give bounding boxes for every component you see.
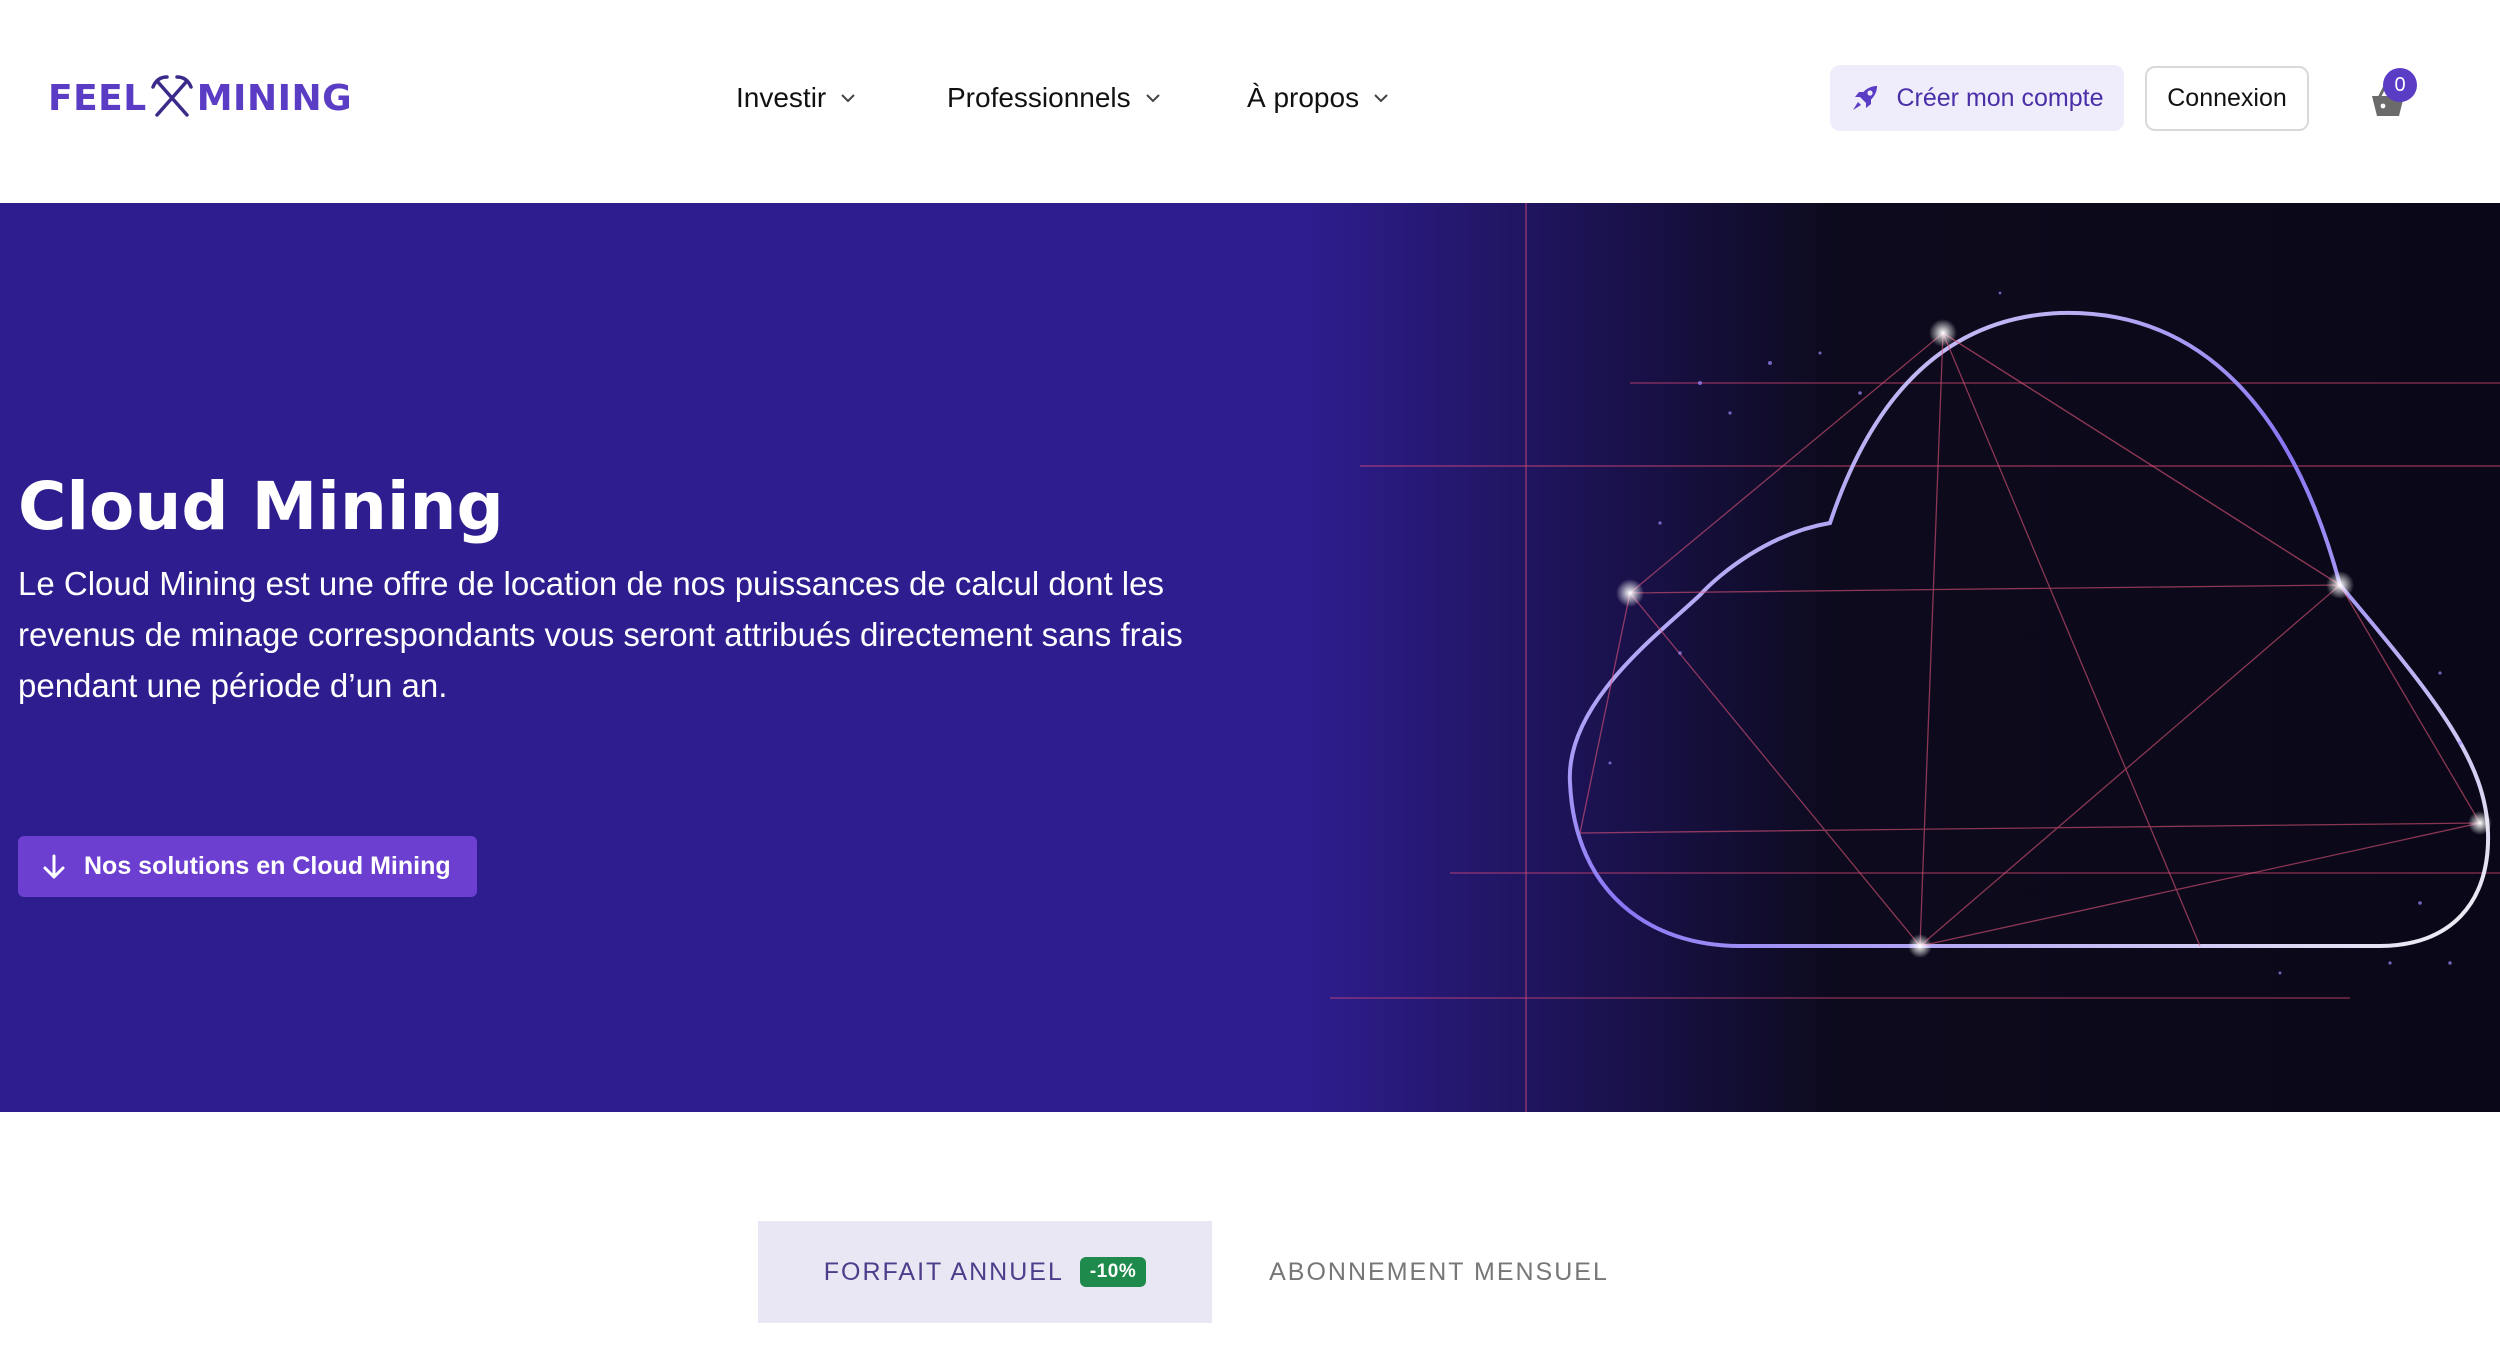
nav-item-a-propos[interactable]: À propos: [1247, 82, 1389, 114]
nav-item-professionnels[interactable]: Professionnels: [947, 82, 1161, 114]
discount-badge: -10%: [1079, 1257, 1147, 1287]
chevron-down-icon: [1145, 94, 1160, 103]
chevron-down-icon: [841, 94, 855, 103]
pricing-tabs: FORFAIT ANNUEL -10% ABONNEMENT MENSUEL: [0, 1221, 2500, 1323]
tab-monthly-subscription[interactable]: ABONNEMENT MENSUEL: [1212, 1221, 1666, 1323]
create-account-label: Créer mon compte: [1896, 83, 2104, 112]
hero-title: Cloud Mining: [18, 468, 504, 545]
login-button[interactable]: Connexion: [2145, 66, 2309, 131]
glowing-cloud-illustration: [1300, 203, 2500, 1112]
tab-label: FORFAIT ANNUEL: [823, 1257, 1064, 1286]
cart-count-badge: 0: [2383, 68, 2417, 102]
nav-label: Professionnels: [947, 82, 1131, 113]
cloud-mining-solutions-button[interactable]: Nos solutions en Cloud Mining: [18, 836, 477, 897]
hero-description: Le Cloud Mining est une offre de locatio…: [18, 565, 1183, 704]
crossed-pickaxes-icon: [150, 75, 193, 117]
logo[interactable]: FEEL MINING: [48, 70, 352, 126]
cta-label: Nos solutions en Cloud Mining: [84, 852, 451, 880]
hero-section: Cloud Mining Le Cloud Mining est une off…: [0, 203, 2500, 1112]
login-label: Connexion: [2167, 84, 2287, 112]
rocket-icon: [1853, 86, 1878, 110]
arrow-down-icon: [43, 854, 65, 878]
create-account-button[interactable]: Créer mon compte: [1830, 65, 2124, 131]
nav-label: À propos: [1247, 82, 1360, 113]
logo-text-right: MINING: [196, 77, 353, 119]
chevron-down-icon: [1374, 94, 1388, 103]
nav-item-investir[interactable]: Investir: [736, 82, 856, 114]
tab-annual-plan[interactable]: FORFAIT ANNUEL -10%: [758, 1221, 1212, 1323]
logo-text-left: FEEL: [48, 77, 147, 119]
nav-label: Investir: [736, 82, 827, 113]
site-header: FEEL MINING Investir Professionnels À pr…: [0, 0, 2500, 203]
tab-label: ABONNEMENT MENSUEL: [1269, 1257, 1609, 1286]
